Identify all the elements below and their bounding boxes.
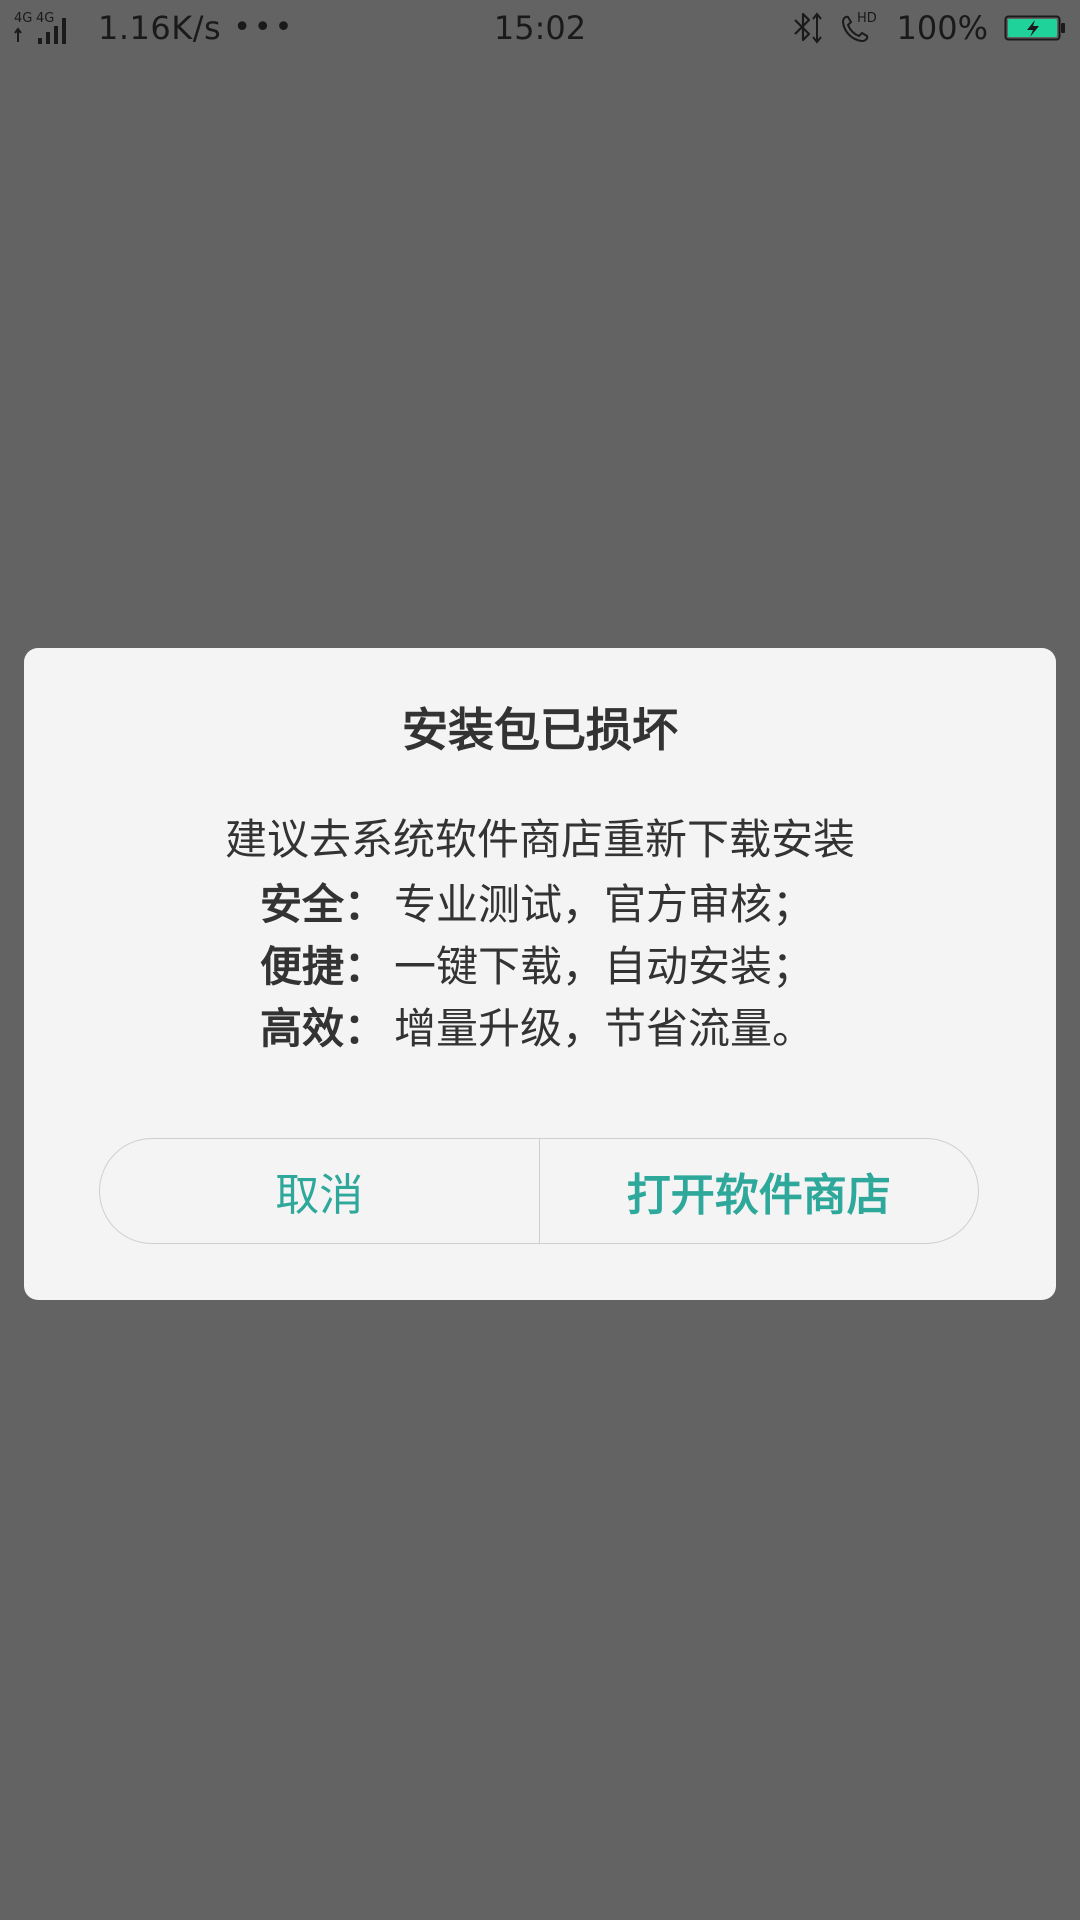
damaged-package-dialog: 安装包已损坏 建议去系统软件商店重新下载安装 安全： 专业测试，官方审核； 便捷：… — [24, 648, 1056, 1300]
battery-charging-icon — [1004, 15, 1065, 41]
feature-row-safety: 安全： 专业测试，官方审核； — [260, 874, 814, 936]
svg-text:HD: HD — [857, 11, 877, 26]
dialog-title: 安装包已损坏 — [402, 703, 678, 757]
bluetooth-icon — [793, 12, 822, 44]
battery-percent: 100% — [896, 9, 988, 47]
feature-value: 增量升级，节省流量。 — [394, 1004, 815, 1053]
feature-key: 高效： — [260, 1004, 387, 1053]
dialog-button-group: 取消 打开软件商店 — [99, 1138, 979, 1244]
hd-call-icon: HD — [841, 11, 877, 43]
open-app-store-button[interactable]: 打开软件商店 — [540, 1139, 979, 1243]
feature-key: 安全： — [260, 880, 387, 929]
feature-value: 一键下载，自动安装； — [394, 942, 815, 991]
feature-list: 安全： 专业测试，官方审核； 便捷： 一键下载，自动安装； 高效： 增量升级，节省流量… — [260, 874, 814, 1060]
feature-row-convenience: 便捷： 一键下载，自动安装； — [260, 936, 814, 998]
dialog-message: 建议去系统软件商店重新下载安装 — [224, 815, 855, 864]
status-right: HD 100% — [789, 8, 1066, 48]
feature-key: 便捷： — [260, 942, 387, 991]
status-bar: 4G 4G 1.16K/s ••• 15:02 HD 100% — [0, 0, 1080, 56]
feature-row-efficiency: 高效： 增量升级，节省流量。 — [260, 998, 814, 1060]
feature-value: 专业测试，官方审核； — [394, 880, 815, 929]
cancel-button[interactable]: 取消 — [100, 1139, 539, 1243]
